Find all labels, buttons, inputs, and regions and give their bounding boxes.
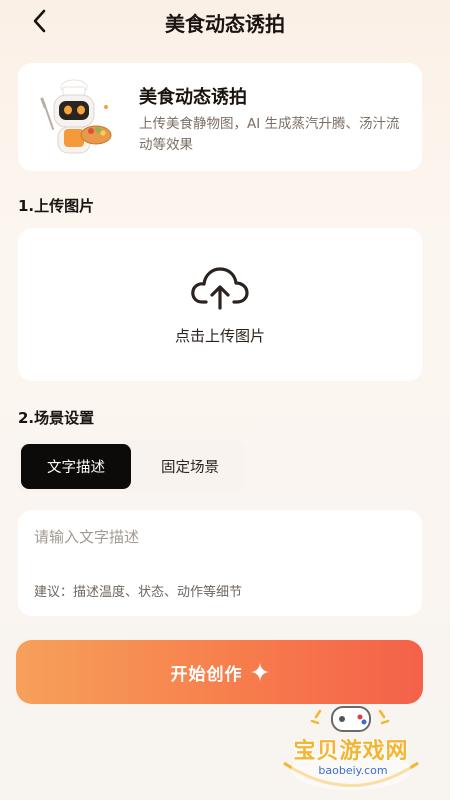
page-title: 美食动态诱拍	[165, 12, 285, 36]
watermark-name: 宝贝游戏网	[293, 739, 409, 764]
upload-button-label: 点击上传图片	[174, 327, 265, 345]
watermark-url: baobeiy.com	[318, 764, 388, 777]
tab-fixed-scene[interactable]: 固定场景	[135, 444, 245, 489]
start-create-button[interactable]: 开始创作	[16, 640, 423, 704]
robot-chef-mascot	[40, 79, 112, 154]
scene-mode-tabs: 文字描述 固定场景	[18, 440, 244, 493]
top-bar: 美食动态诱拍	[0, 0, 450, 44]
cloud-upload-icon	[191, 267, 249, 310]
tab-text-description[interactable]: 文字描述	[21, 444, 131, 489]
intro-description: 上传美食静物图，AI 生成蒸汽升腾、汤汁流动等效果	[139, 116, 400, 153]
start-create-label: 开始创作	[170, 664, 243, 685]
description-hint: 建议：描述温度、状态、动作等细节	[34, 585, 243, 600]
sparkle-icon	[250, 663, 269, 681]
scene-section-label: 2.场景设置	[18, 409, 95, 427]
description-input[interactable]	[34, 522, 404, 552]
upload-section-label: 1.上传图片	[18, 197, 95, 215]
intro-card: 美食动态诱拍 上传美食静物图，AI 生成蒸汽升腾、汤汁流动等效果	[18, 63, 422, 171]
intro-title: 美食动态诱拍	[139, 87, 247, 108]
upload-image-area[interactable]: 点击上传图片	[18, 228, 422, 381]
description-card: 建议：描述温度、状态、动作等细节	[18, 510, 422, 616]
